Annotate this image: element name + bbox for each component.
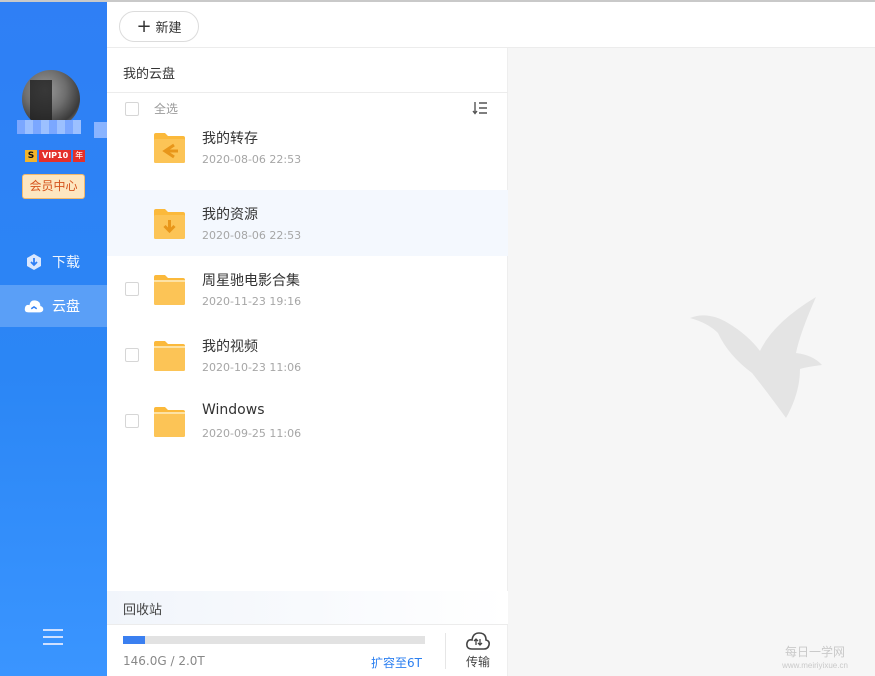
row-checkbox[interactable]: [125, 414, 139, 428]
transfer-button[interactable]: 传输: [460, 631, 496, 670]
vip-year-badge: 年: [73, 149, 86, 162]
list-item[interactable]: 周星驰电影合集 2020-11-23 19:16: [107, 256, 508, 322]
member-center-button[interactable]: 会员中心: [22, 174, 85, 199]
list-item[interactable]: 我的视频 2020-10-23 11:06: [107, 322, 508, 388]
cloud-icon: [24, 296, 44, 316]
folder-icon: [154, 407, 185, 437]
menu-icon[interactable]: [43, 629, 63, 645]
file-name: 周星驰电影合集: [202, 273, 300, 289]
sort-icon[interactable]: [472, 101, 488, 115]
list-item[interactable]: Windows 2020-09-25 11:06: [107, 388, 508, 454]
folder-transfer-icon: [154, 133, 185, 163]
folder-icon: [154, 275, 185, 305]
expand-storage-link[interactable]: 扩容至6T: [371, 654, 422, 671]
row-checkbox[interactable]: [125, 348, 139, 362]
sidebar: S VIP10 年 会员中心 下载 云盘: [0, 2, 110, 676]
vip-badge-row: S VIP10 年: [25, 149, 86, 162]
site-watermark: 每日一学网 www.meiriyixue.cn: [760, 643, 870, 671]
username-pixelated: [17, 120, 81, 134]
toolbar: + 新建: [107, 2, 875, 48]
file-date: 2020-10-23 11:06: [202, 361, 302, 374]
divider: [445, 633, 446, 669]
sidebar-item-label: 下载: [52, 255, 80, 271]
recycle-bin-label: 回收站: [123, 603, 163, 618]
svg-text:每日一学网: 每日一学网: [785, 644, 845, 659]
super-vip-icon: S: [25, 149, 37, 162]
sidebar-item-label: 云盘: [52, 299, 80, 315]
storage-used-text: 146.0G / 2.0T: [123, 654, 205, 668]
storage-progress-bar: [123, 636, 425, 644]
file-name: Windows: [202, 402, 265, 418]
preview-area: 每日一学网 www.meiriyixue.cn: [508, 48, 875, 676]
download-icon: [24, 252, 44, 272]
new-button[interactable]: + 新建: [119, 11, 199, 42]
sidebar-item-cloud[interactable]: 云盘: [0, 285, 107, 327]
folder-download-icon: [154, 209, 185, 239]
cloud-file-panel: 我的云盘 全选 我的转存 2020-08-06 22:53 我的资源 2020-…: [107, 48, 508, 676]
thunder-bird-logo-icon: [690, 297, 822, 418]
file-name: 我的转存: [202, 131, 258, 147]
svg-text:www.meiriyixue.cn: www.meiriyixue.cn: [781, 661, 848, 670]
transfer-label: 传输: [465, 655, 490, 669]
file-date: 2020-08-06 22:53: [202, 153, 302, 166]
divider: [107, 92, 508, 93]
storage-footer: 146.0G / 2.0T 扩容至6T 传输: [107, 624, 508, 676]
folder-icon: [154, 341, 185, 371]
list-item[interactable]: 我的转存 2020-08-06 22:53: [107, 114, 508, 180]
file-name: 我的视频: [202, 339, 258, 355]
file-date: 2020-08-06 22:53: [202, 229, 302, 242]
plus-icon: +: [136, 15, 152, 37]
storage-progress-fill: [123, 636, 146, 644]
new-button-label: 新建: [155, 21, 182, 36]
file-date: 2020-11-23 19:16: [202, 295, 302, 308]
row-checkbox[interactable]: [125, 282, 139, 296]
sidebar-item-download[interactable]: 下载: [0, 241, 107, 283]
file-date: 2020-09-25 11:06: [202, 427, 302, 440]
cloud-transfer-icon: [466, 632, 490, 650]
file-name: 我的资源: [202, 207, 258, 223]
recycle-bin[interactable]: 回收站: [107, 591, 508, 624]
vip-level-badge: VIP10: [39, 149, 72, 162]
panel-title: 我的云盘: [123, 67, 176, 82]
list-item[interactable]: 我的资源 2020-08-06 22:53: [107, 190, 508, 256]
